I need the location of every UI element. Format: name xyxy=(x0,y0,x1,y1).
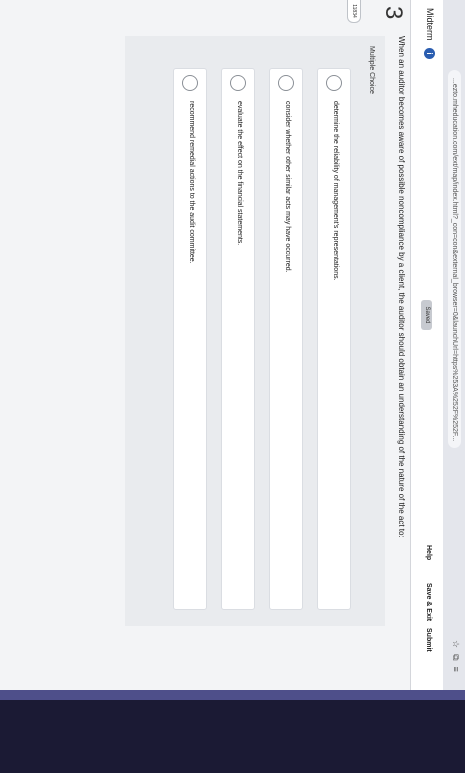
question-type-label: Multiple Choice xyxy=(368,46,375,94)
extensions-icon[interactable]: ⧉ xyxy=(451,654,461,666)
answer-choice[interactable]: evaluate the effect on the financial sta… xyxy=(221,68,255,610)
menu-icon[interactable]: ≡ xyxy=(451,667,461,678)
screen: ...ezto.mheducation.com/ext/map/index.ht… xyxy=(0,0,465,773)
assignment-title: Midterm xyxy=(425,8,435,41)
info-icon[interactable]: i xyxy=(424,48,435,59)
answer-choice-text: recommend remedial actions to the audit … xyxy=(188,101,195,264)
radio-button[interactable] xyxy=(230,75,246,91)
radio-button[interactable] xyxy=(278,75,294,91)
saved-status-badge: Saved xyxy=(421,300,432,330)
save-exit-button[interactable]: Save & Exit xyxy=(425,583,432,621)
answer-choice-text: determine the reliability of management'… xyxy=(332,101,339,281)
help-link[interactable]: Help xyxy=(425,545,432,560)
device-bezel xyxy=(0,700,465,773)
answer-choice[interactable]: determine the reliability of management'… xyxy=(317,68,351,610)
radio-button[interactable] xyxy=(182,75,198,91)
quiz-header: Midterm i Saved Help Save & Exit Submit xyxy=(410,0,443,690)
answer-choice[interactable]: consider whether other similar acts may … xyxy=(269,68,303,610)
browser-toolbar: ...ezto.mheducation.com/ext/map/index.ht… xyxy=(442,0,465,690)
question-side-tab[interactable]: 11834 xyxy=(347,0,361,23)
submit-button[interactable]: Submit xyxy=(425,628,432,652)
choices-panel: Multiple Choice determine the reliabilit… xyxy=(125,36,385,626)
radio-button[interactable] xyxy=(326,75,342,91)
answer-choice-text: evaluate the effect on the financial sta… xyxy=(236,101,243,246)
quiz-page: Midterm i Saved Help Save & Exit Submit … xyxy=(0,0,443,690)
address-bar[interactable]: ...ezto.mheducation.com/ext/map/index.ht… xyxy=(448,70,461,448)
question-text: When an auditor becomes aware of possibl… xyxy=(397,36,406,538)
question-number: 3 xyxy=(380,6,407,20)
browser-icons: ☆⧉≡ xyxy=(450,640,461,678)
answer-choice[interactable]: recommend remedial actions to the audit … xyxy=(173,68,207,610)
bookmark-star-icon[interactable]: ☆ xyxy=(451,640,461,654)
answer-choice-text: consider whether other similar acts may … xyxy=(284,101,291,273)
